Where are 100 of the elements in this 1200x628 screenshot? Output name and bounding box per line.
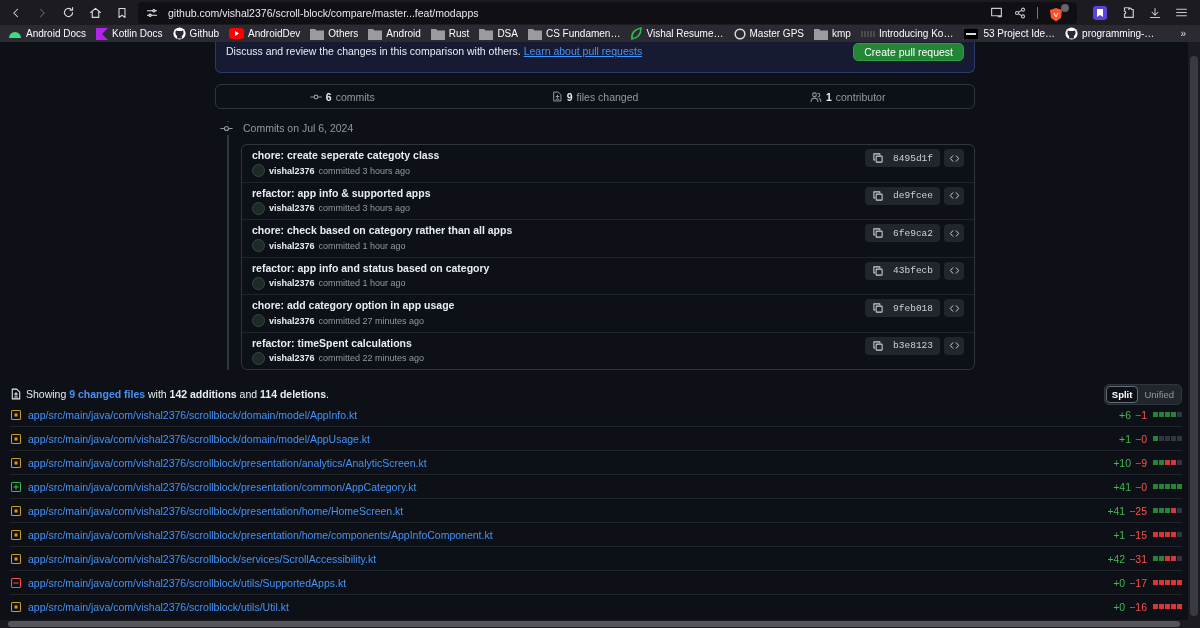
code-icon (948, 340, 960, 352)
browse-code-button[interactable] (944, 299, 964, 318)
changed-files-link[interactable]: 9 changed files (69, 388, 146, 400)
commit-title[interactable]: chore: create seperate categoty class (252, 149, 866, 162)
tile-icon (963, 27, 980, 40)
commits-date-heading: Commits on Jul 6, 2024 (243, 122, 354, 134)
bookmark-item[interactable]: programming-… (1065, 27, 1161, 40)
author-link[interactable]: vishal2376 (269, 240, 315, 251)
copy-icon (872, 302, 885, 315)
play-icon (229, 28, 245, 39)
browse-code-button[interactable] (944, 186, 964, 205)
file-path-link[interactable]: app/src/main/java/com/vishal2376/scrollblock/utils/Util.kt (28, 600, 1108, 613)
author-link[interactable]: vishal2376 (269, 315, 315, 326)
commit-title[interactable]: chore: check based on category rather than all apps (252, 224, 866, 237)
commit-sha-button[interactable]: b3e8123 (865, 336, 940, 355)
address-bar[interactable]: github.com/vishal2376/scroll-block/compare/master...feat/modapps (138, 1, 1077, 24)
folder-icon (527, 27, 542, 40)
circle-icon (733, 27, 746, 40)
additions-count: +41 (1107, 504, 1126, 517)
file-modified-icon (10, 504, 22, 517)
commit-sha-button[interactable]: 6fe9ca2 (865, 224, 940, 243)
screen-icon[interactable] (990, 6, 1003, 19)
bookmark-item[interactable]: Android (368, 27, 427, 40)
commit-sha-button[interactable]: 43bfecb (865, 261, 940, 280)
bookmark-item[interactable]: CS Fundamen… (527, 27, 627, 40)
browse-code-button[interactable] (944, 224, 964, 243)
file-path-link[interactable]: app/src/main/java/com/vishal2376/scrollblock/presentation/common/AppCategory.kt (28, 480, 1108, 493)
summary-tab[interactable]: 1 contributor (721, 90, 974, 103)
file-modified-icon (10, 408, 22, 421)
additions-count: +41 (1113, 480, 1131, 493)
summary-tab[interactable]: 6 commits (216, 90, 469, 103)
commit-time: committed 3 hours ago (318, 165, 411, 176)
bookmark-item[interactable]: kmp (814, 27, 857, 40)
bookmark-item[interactable]: Others (310, 27, 365, 40)
code-icon (948, 302, 960, 314)
bookmark-icon[interactable] (116, 6, 128, 19)
bookmark-item[interactable]: Master GPS (733, 27, 810, 40)
shield-icon[interactable] (1049, 3, 1069, 22)
commit-title[interactable]: chore: add category option in app usage (252, 299, 866, 312)
home-icon[interactable] (89, 6, 102, 19)
view-option[interactable]: Split (1105, 385, 1139, 403)
commit-title[interactable]: refactor: timeSpent calculations (252, 336, 866, 349)
file-path-link[interactable]: app/src/main/java/com/vishal2376/scrollblock/services/ScrollAccessibility.kt (28, 552, 1102, 565)
bookmark-item[interactable]: Android Docs (8, 28, 93, 39)
file-path-link[interactable]: app/src/main/java/com/vishal2376/scrollblock/presentation/home/components/AppInfoComponent.kt (28, 528, 1108, 541)
files-summary-text: Showing 9 changed files with 142 additions and 114 deletions. (26, 388, 330, 400)
commit-sha-button[interactable]: de9fcee (865, 186, 940, 205)
additions-count: +1 (1119, 432, 1131, 445)
commit-title[interactable]: refactor: app info & supported apps (252, 186, 866, 199)
file-path-link[interactable]: app/src/main/java/com/vishal2376/scrollblock/presentation/home/HomeScreen.kt (28, 504, 1102, 517)
bookmark-item[interactable]: Github (172, 27, 226, 40)
file-modified-icon (10, 600, 22, 613)
deletions-count: −1 (1135, 408, 1147, 421)
file-diff-icon (551, 91, 563, 102)
file-path-link[interactable]: app/src/main/java/com/vishal2376/scrollblock/utils/SupportedApps.kt (28, 576, 1108, 589)
author-link[interactable]: vishal2376 (269, 353, 315, 364)
puzzle-icon[interactable] (1121, 5, 1135, 20)
commit-title[interactable]: refactor: app info and status based on category (252, 261, 866, 274)
bookmark-item[interactable]: AndroidDev (229, 28, 307, 39)
author-link[interactable]: vishal2376 (269, 203, 315, 214)
menu-icon[interactable] (1175, 6, 1188, 19)
additions-count: +1 (1113, 528, 1126, 541)
learn-link[interactable]: Learn about pull requests (523, 45, 643, 57)
diffstat-bar (1153, 436, 1182, 441)
more-bookmarks-button[interactable]: » (1180, 28, 1192, 39)
download-icon[interactable] (1149, 6, 1161, 19)
bookmark-item[interactable]: Vishal Resume… (630, 27, 730, 40)
bookmark-item[interactable]: DSA (479, 27, 524, 40)
avatar (252, 201, 265, 215)
bookmark-item[interactable]: Kotlin Docs (96, 27, 169, 40)
file-path-link[interactable]: app/src/main/java/com/vishal2376/scrollblock/domain/model/AppInfo.kt (28, 408, 1114, 421)
browse-code-button[interactable] (944, 261, 964, 280)
author-link[interactable]: vishal2376 (269, 278, 315, 289)
file-path-link[interactable]: app/src/main/java/com/vishal2376/scrollblock/domain/model/AppUsage.kt (28, 432, 1114, 445)
site-settings-icon[interactable] (146, 6, 158, 19)
view-option[interactable]: Unified (1138, 385, 1180, 403)
browse-code-button[interactable] (944, 149, 964, 168)
summary-tab[interactable]: 9 files changed (468, 90, 722, 103)
bookmark-item[interactable]: 53 Project Ide… (963, 27, 1062, 40)
create-pull-request-button[interactable]: Create pull request (853, 43, 964, 61)
scrollbar-thumb[interactable] (1190, 56, 1198, 616)
file-path-link[interactable]: app/src/main/java/com/vishal2376/scrollblock/presentation/analytics/AnalyticScreen.kt (28, 456, 1108, 469)
extension-icon[interactable] (1093, 5, 1107, 20)
reload-icon[interactable] (62, 6, 75, 19)
avatar (252, 239, 265, 253)
deletions-count: −16 (1129, 600, 1147, 613)
commit-sha-button[interactable]: 8495d1f (865, 149, 940, 168)
diffstat-bar (1153, 532, 1182, 537)
folder-icon (430, 27, 445, 40)
commit-sha-button[interactable]: 9feb018 (865, 299, 940, 318)
browse-code-button[interactable] (944, 336, 964, 355)
deletions-count: −0 (1135, 480, 1147, 493)
deletions-count: −0 (1135, 432, 1147, 445)
scrollbar-thumb[interactable] (8, 621, 1180, 627)
bookmark-item[interactable]: Introducing Ko… (860, 28, 960, 39)
commit-time: committed 22 minutes ago (318, 353, 425, 364)
author-link[interactable]: vishal2376 (269, 165, 315, 176)
folder-icon (310, 27, 325, 40)
share-icon[interactable] (1014, 6, 1026, 19)
bookmark-item[interactable]: Rust (430, 27, 476, 40)
